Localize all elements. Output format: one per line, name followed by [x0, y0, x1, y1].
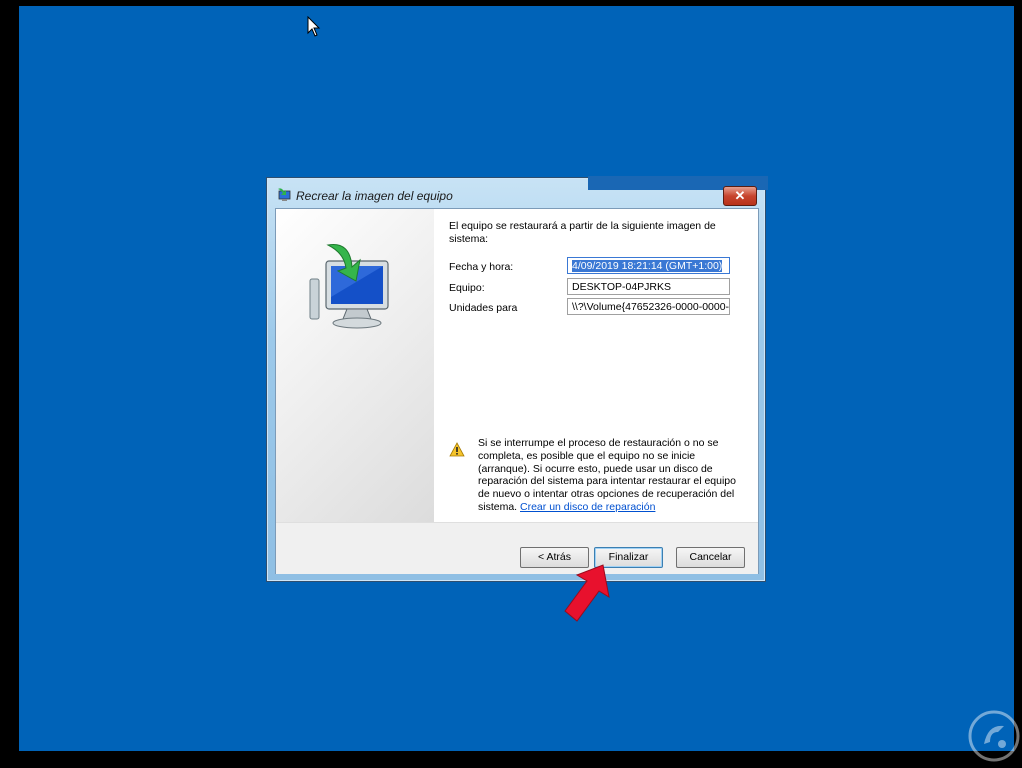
drives-label: Unidades para	[449, 302, 518, 314]
close-button[interactable]: ✕	[723, 186, 757, 206]
date-field[interactable]: 4/09/2019 18:21:14 (GMT+1:00)	[567, 257, 730, 274]
date-value: 4/09/2019 18:21:14 (GMT+1:00)	[572, 260, 723, 272]
mouse-pointer-icon	[307, 16, 321, 37]
restore-dialog: Recrear la imagen del equipo ✕ El equipo…	[266, 176, 768, 582]
computer-label: Equipo:	[449, 282, 485, 294]
content-panel: El equipo se restaurará a partir de la s…	[434, 209, 758, 522]
warning-icon	[449, 442, 465, 457]
title-bar[interactable]: Recrear la imagen del equipo ✕	[267, 178, 765, 206]
dialog-client: El equipo se restaurará a partir de la s…	[275, 208, 759, 574]
drives-field[interactable]: \\?\Volume{47652326-0000-0000-	[567, 298, 730, 315]
dialog-title: Recrear la imagen del equipo	[296, 189, 453, 203]
computer-restore-icon	[309, 243, 389, 329]
warning-message: Si se interrumpe el proceso de restaurac…	[478, 437, 748, 514]
illustration-panel	[276, 209, 434, 522]
create-repair-disc-link[interactable]: Crear un disco de reparación	[520, 501, 655, 513]
date-label: Fecha y hora:	[449, 261, 514, 273]
red-arrow-icon	[564, 564, 610, 622]
computer-field[interactable]: DESKTOP-04PJRKS	[567, 278, 730, 295]
button-bar: < Atrás Finalizar Cancelar	[276, 522, 758, 574]
restore-pc-icon	[278, 188, 291, 201]
cancel-button[interactable]: Cancelar	[676, 547, 745, 568]
logo-icon	[968, 710, 1020, 762]
intro-text: El equipo se restaurará a partir de la s…	[449, 220, 716, 245]
